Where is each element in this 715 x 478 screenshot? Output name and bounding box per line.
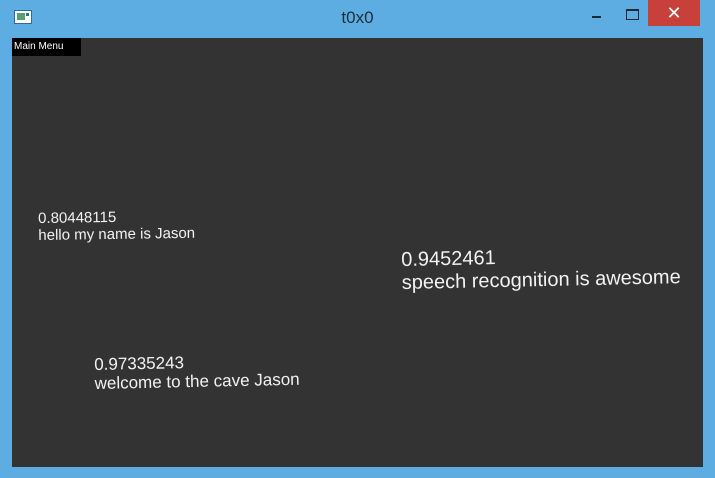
- recognized-text: welcome to the cave Jason: [94, 369, 300, 393]
- close-button[interactable]: ✕: [648, 0, 700, 26]
- render-canvas[interactable]: Main Menu 0.80448115 hello my name is Ja…: [12, 38, 703, 467]
- recognized-text: speech recognition is awesome: [401, 266, 681, 294]
- app-window: t0x0 ✕ Main Menu 0.80448115 hello my nam…: [0, 0, 715, 478]
- maximize-button[interactable]: [620, 0, 644, 28]
- recognized-text: hello my name is Jason: [38, 224, 196, 244]
- recognition-result: 0.97335243 welcome to the cave Jason: [94, 351, 300, 393]
- recognition-result: 0.80448115 hello my name is Jason: [38, 208, 195, 244]
- recognition-result: 0.9452461 speech recognition is awesome: [401, 243, 681, 295]
- maximize-icon: [625, 8, 639, 20]
- minimize-button[interactable]: [574, 0, 618, 28]
- close-icon: ✕: [666, 2, 682, 23]
- confidence-score: 0.80448115: [38, 208, 117, 227]
- title-bar[interactable]: t0x0 ✕: [0, 0, 715, 38]
- main-menu-button[interactable]: Main Menu: [12, 38, 81, 56]
- minimize-icon: [591, 15, 601, 18]
